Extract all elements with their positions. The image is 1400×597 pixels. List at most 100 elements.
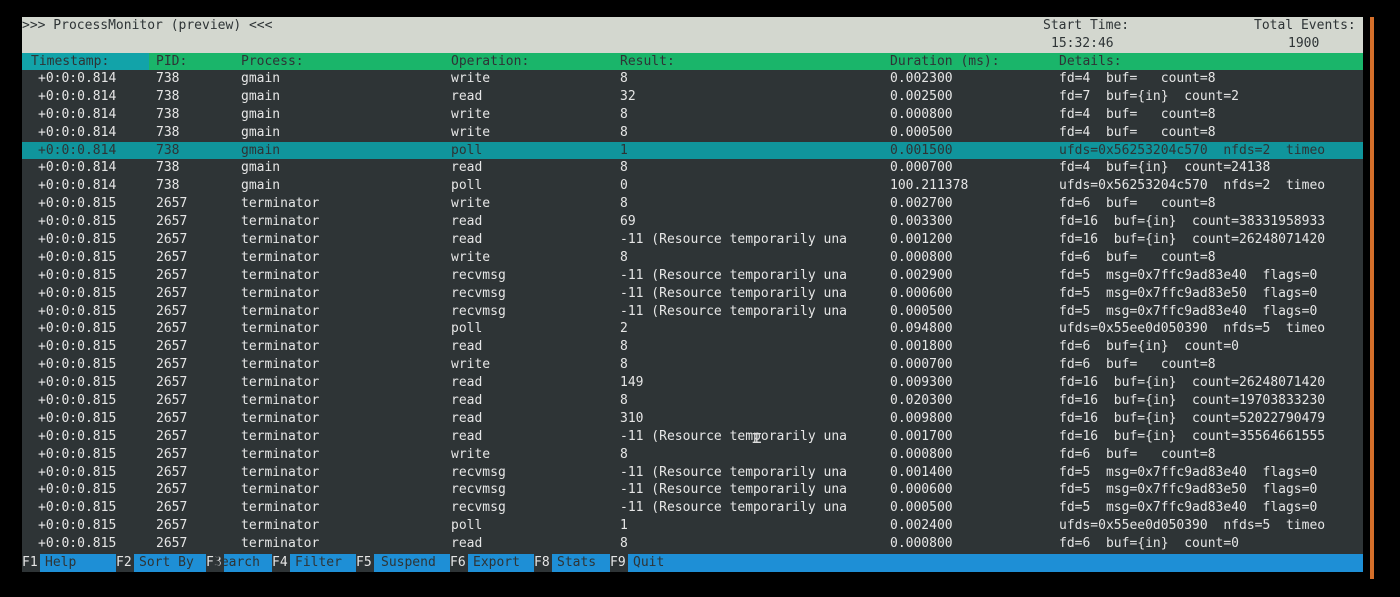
row-operation: read — [451, 536, 483, 552]
row-operation: recvmsg — [451, 464, 506, 480]
row-result: 1 — [620, 518, 628, 534]
row-process: terminator — [241, 536, 320, 552]
table-row[interactable]: +0:0:0.814 738 gmain poll 0 100.211378 ufds=0x… — [22, 177, 1363, 195]
row-pid: 738 — [156, 178, 180, 194]
row-pid: 2657 — [156, 196, 188, 212]
row-timestamp: +0:0:0.815 — [38, 375, 117, 391]
row-process: terminator — [241, 214, 320, 230]
table-row[interactable]: +0:0:0.814 738 gmain write 8 0.000500 fd=4 buf… — [22, 124, 1363, 142]
row-result: -11 (Resource temporarily una — [620, 303, 847, 319]
row-pid: 738 — [156, 160, 180, 176]
row-process: terminator — [241, 321, 320, 337]
row-details: ufds=0x56253204c570 nfds=2 timeo — [1059, 142, 1326, 158]
row-timestamp: +0:0:0.814 — [38, 178, 117, 194]
row-timestamp: +0:0:0.815 — [38, 428, 117, 444]
row-operation: recvmsg — [451, 303, 506, 319]
table-row[interactable]: +0:0:0.815 2657 terminator poll 2 0.094800 ufd… — [22, 320, 1363, 338]
table-row[interactable]: +0:0:0.814 738 gmain poll 1 0.001500 ufds=0x56… — [22, 141, 1363, 160]
row-result: -11 (Resource temporarily una — [620, 428, 847, 444]
text-cursor-icon: ⌶ — [752, 428, 762, 447]
row-details: fd=16 buf={in} count=26248071420 — [1059, 232, 1326, 248]
table-row[interactable]: +0:0:0.815 2657 terminator write 8 0.000700 fd… — [22, 356, 1363, 374]
table-row[interactable]: +0:0:0.814 738 gmain read 32 0.002500 fd=7 buf… — [22, 88, 1363, 106]
row-duration: 0.001400 — [890, 464, 953, 480]
table-row[interactable]: +0:0:0.815 2657 terminator write 8 0.002700 fd… — [22, 195, 1363, 213]
fkey-label-stats[interactable]: Stats — [557, 554, 596, 572]
table-row[interactable]: +0:0:0.815 2657 terminator write 8 0.000800 fd… — [22, 446, 1363, 464]
fkey-label-export[interactable]: Export — [473, 554, 520, 572]
scrollbar[interactable] — [1370, 17, 1374, 579]
table-row[interactable]: +0:0:0.815 2657 terminator read 8 0.001800 fd=… — [22, 338, 1363, 356]
fkey-f6[interactable]: F6 — [450, 554, 468, 572]
row-details: fd=16 buf={in} count=38331958933 — [1059, 214, 1326, 230]
row-result: 69 — [620, 214, 636, 230]
table-row[interactable]: +0:0:0.815 2657 terminator read -11 (Resourc… — [22, 428, 1363, 446]
row-operation: recvmsg — [451, 285, 506, 301]
fkey-label-quit[interactable]: Quit — [633, 554, 664, 572]
row-operation: write — [451, 71, 491, 86]
fkey-label-search[interactable]: Search — [213, 554, 260, 572]
column-operation[interactable]: Operation: — [451, 53, 529, 70]
fkey-f5[interactable]: F5 — [356, 554, 374, 572]
row-process: terminator — [241, 410, 320, 426]
table-row[interactable]: +0:0:0.815 2657 terminator recvmsg -11 (Reso… — [22, 481, 1363, 499]
table-row[interactable]: +0:0:0.814 738 gmain write 8 0.000800 fd=4 buf… — [22, 106, 1363, 124]
row-timestamp: +0:0:0.815 — [38, 232, 117, 248]
row-operation: recvmsg — [451, 482, 506, 498]
row-result: 2 — [620, 321, 628, 337]
row-details: fd=5 msg=0x7ffc9ad83e40 flags=0 — [1059, 267, 1318, 283]
row-result: 1 — [620, 142, 628, 158]
table-row[interactable]: +0:0:0.815 2657 terminator recvmsg -11 (Reso… — [22, 285, 1363, 303]
row-duration: 0.001200 — [890, 232, 953, 248]
table-row[interactable]: +0:0:0.815 2657 terminator read 8 0.020300 fd=… — [22, 392, 1363, 410]
table-row[interactable]: +0:0:0.815 2657 terminator read 149 0.009300 f… — [22, 374, 1363, 392]
table-row[interactable]: +0:0:0.815 2657 terminator recvmsg -11 (Reso… — [22, 499, 1363, 517]
start-time-label: Start Time: — [1043, 18, 1130, 33]
row-result: 0 — [620, 178, 628, 194]
fkey-f1[interactable]: F1 — [22, 554, 40, 572]
row-pid: 738 — [156, 88, 180, 104]
column-process[interactable]: Process: — [241, 53, 304, 70]
fkey-f4[interactable]: F4 — [272, 554, 290, 572]
row-process: terminator — [241, 375, 320, 391]
fkey-f2[interactable]: F2 — [116, 554, 134, 572]
column-duration[interactable]: Duration (ms): — [890, 53, 1000, 70]
column-result[interactable]: Result: — [620, 53, 675, 70]
event-list[interactable]: +0:0:0.814 738 gmain write 8 0.002300 fd=4 buf… — [22, 70, 1363, 554]
row-timestamp: +0:0:0.814 — [38, 124, 117, 140]
fkey-label-suspend[interactable]: Suspend — [381, 554, 436, 572]
row-process: terminator — [241, 267, 320, 283]
fkey-label-help[interactable]: Help — [45, 554, 76, 572]
row-timestamp: +0:0:0.815 — [38, 518, 117, 534]
table-row[interactable]: +0:0:0.814 738 gmain read 8 0.000700 fd=4 buf=… — [22, 159, 1363, 177]
row-result: -11 (Resource temporarily una — [620, 232, 847, 248]
row-details: fd=6 buf= count=8 — [1059, 446, 1216, 462]
table-row[interactable]: +0:0:0.815 2657 terminator recvmsg -11 (Reso… — [22, 464, 1363, 482]
row-timestamp: +0:0:0.815 — [38, 303, 117, 319]
fkey-label-sort-by[interactable]: Sort By — [139, 554, 194, 572]
table-row[interactable]: +0:0:0.815 2657 terminator read 8 0.000800 fd=… — [22, 535, 1363, 553]
table-row[interactable]: +0:0:0.815 2657 terminator write 8 0.000800 fd… — [22, 249, 1363, 267]
column-pid[interactable]: PID: — [156, 53, 187, 70]
column-details[interactable]: Details: — [1059, 53, 1122, 70]
table-row[interactable]: +0:0:0.815 2657 terminator read -11 (Resourc… — [22, 231, 1363, 249]
table-row[interactable]: +0:0:0.814 738 gmain write 8 0.002300 fd=4 buf… — [22, 70, 1363, 88]
column-timestamp[interactable]: Timestamp: — [31, 53, 109, 70]
table-row[interactable]: +0:0:0.815 2657 terminator poll 1 0.002400 ufd… — [22, 517, 1363, 535]
row-details: fd=5 msg=0x7ffc9ad83e50 flags=0 — [1059, 285, 1318, 301]
table-row[interactable]: +0:0:0.815 2657 terminator read 69 0.003300 fd… — [22, 213, 1363, 231]
row-duration: 0.003300 — [890, 214, 953, 230]
table-row[interactable]: +0:0:0.815 2657 terminator recvmsg -11 (Reso… — [22, 303, 1363, 321]
row-result: 149 — [620, 375, 644, 391]
row-duration: 0.000500 — [890, 303, 953, 319]
row-details: ufds=0x55ee0d050390 nfds=5 timeo — [1059, 321, 1326, 337]
fkey-label-filter[interactable]: Filter — [295, 554, 342, 572]
table-row[interactable]: +0:0:0.815 2657 terminator read 310 0.009800 f… — [22, 410, 1363, 428]
row-timestamp: +0:0:0.815 — [38, 357, 117, 373]
row-operation: poll — [451, 518, 483, 534]
table-row[interactable]: +0:0:0.815 2657 terminator recvmsg -11 (Reso… — [22, 267, 1363, 285]
row-operation: read — [451, 375, 483, 391]
fkey-f8[interactable]: F8 — [534, 554, 552, 572]
row-pid: 2657 — [156, 285, 188, 301]
fkey-f9[interactable]: F9 — [610, 554, 628, 572]
